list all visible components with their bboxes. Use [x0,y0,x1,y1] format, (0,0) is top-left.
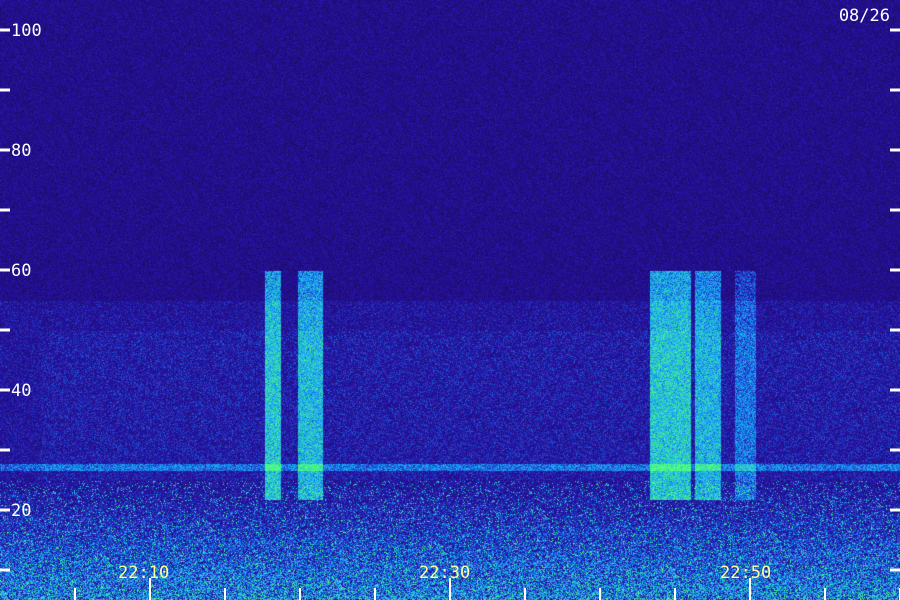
x-time-label-1: 22:30 [419,563,470,583]
y-tick-label-60: 60 [11,261,31,281]
date-label: 08/26 [838,6,890,26]
y-tick-label-20: 20 [11,501,31,521]
spectrogram: 100 80 60 40 20 22:10 22:30 22:50 08/26 [0,0,900,600]
y-tick-label-40: 40 [11,381,31,401]
x-time-label-2: 22:50 [720,563,771,583]
axis-overlay: 100 80 60 40 20 22:10 22:30 22:50 [0,21,900,600]
x-time-label-0: 22:10 [118,563,169,583]
y-tick-label-100: 100 [11,21,42,41]
y-tick-label-80: 80 [11,141,31,161]
